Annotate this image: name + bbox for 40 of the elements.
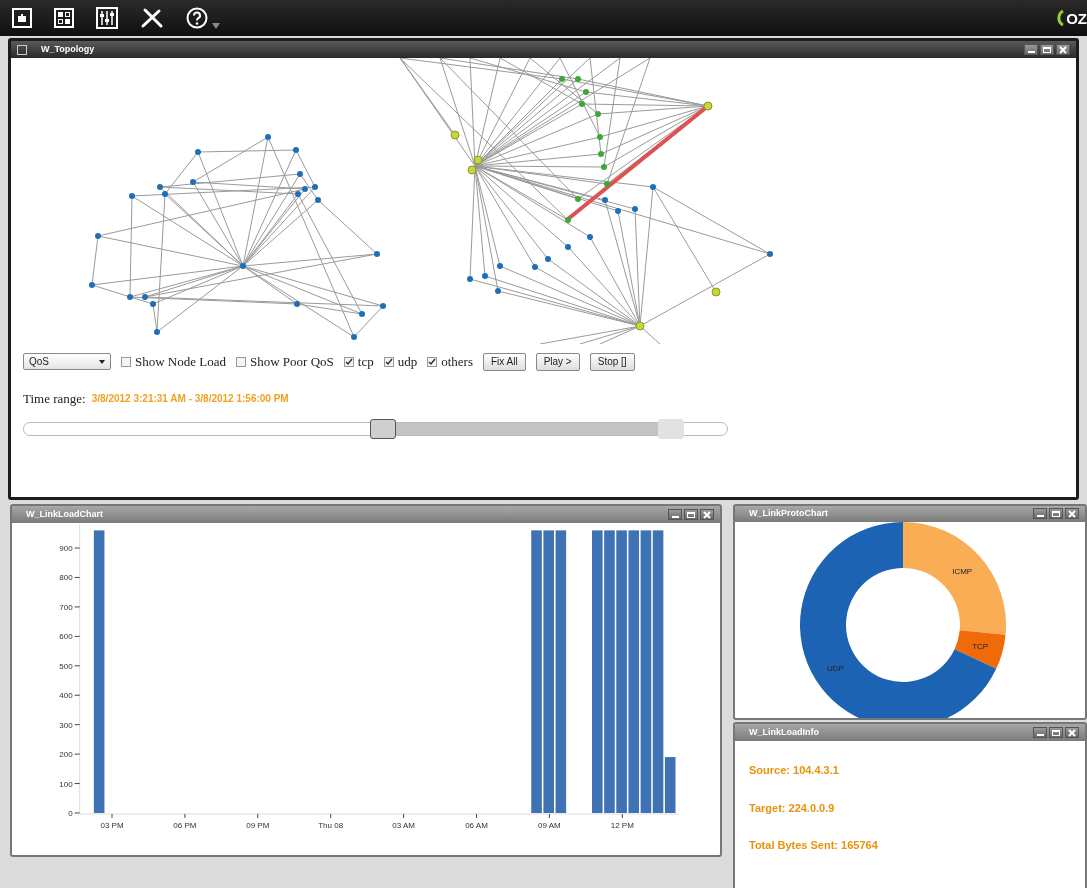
checkbox-label: Show Node Load xyxy=(135,353,226,371)
window-title: W_LinkLoadInfo xyxy=(748,725,819,739)
x-tick-label: Thu 08 xyxy=(318,821,344,830)
info-line: Total Bytes Sent: 165764 xyxy=(749,838,879,853)
y-tick-label: 300 xyxy=(59,720,73,730)
x-tick-label: 12 PM xyxy=(610,821,634,830)
slice-label: TCP xyxy=(972,642,989,651)
x-tick-label: 03 PM xyxy=(100,821,124,830)
y-tick-label: 600 xyxy=(59,632,73,642)
action-button[interactable]: Fix All xyxy=(482,352,526,371)
y-tick-label: 400 xyxy=(59,691,73,701)
x-tick-label: 06 AM xyxy=(465,821,488,830)
slice-label: ICMP xyxy=(952,567,973,577)
filter-select[interactable]: QoS xyxy=(23,353,111,371)
x-tick-label: 06 PM xyxy=(173,821,197,830)
y-tick-label: 700 xyxy=(59,602,73,612)
x-tick-label: 09 PM xyxy=(246,821,270,830)
y-tick-label: 900 xyxy=(59,544,73,554)
logo-text: OZ xyxy=(1066,10,1087,26)
y-tick-label: 0 xyxy=(68,809,73,818)
time-range-label: Time range: xyxy=(23,389,86,408)
window-title: W_LinkLoadChart xyxy=(25,507,103,521)
x-tick-label: 09 AM xyxy=(538,821,561,830)
time-range-value: 3/8/2012 3:21:31 AM - 3/8/2012 1:56:00 PM xyxy=(91,391,289,406)
action-button[interactable]: Stop [] xyxy=(589,352,635,371)
x-tick-label: 03 AM xyxy=(392,821,415,830)
action-button[interactable]: Play > xyxy=(535,352,580,371)
y-tick-label: 100 xyxy=(59,779,73,789)
info-line: Source: 104.4.3.1 xyxy=(749,763,840,778)
window-title: W_LinkProtoChart xyxy=(748,507,828,521)
slice-label: UDP xyxy=(827,663,844,673)
checkbox-label: others xyxy=(441,353,473,371)
y-tick-label: 200 xyxy=(59,750,73,760)
y-tick-label: 800 xyxy=(59,573,73,583)
checkbox-label: tcp xyxy=(357,353,374,371)
checkbox-label: udp xyxy=(397,353,418,371)
checkbox-label: Show Poor QoS xyxy=(250,353,334,371)
y-tick-label: 500 xyxy=(59,661,73,671)
window-title: W_Topology xyxy=(40,42,95,56)
info-line: Target: 224.0.0.9 xyxy=(749,800,836,816)
